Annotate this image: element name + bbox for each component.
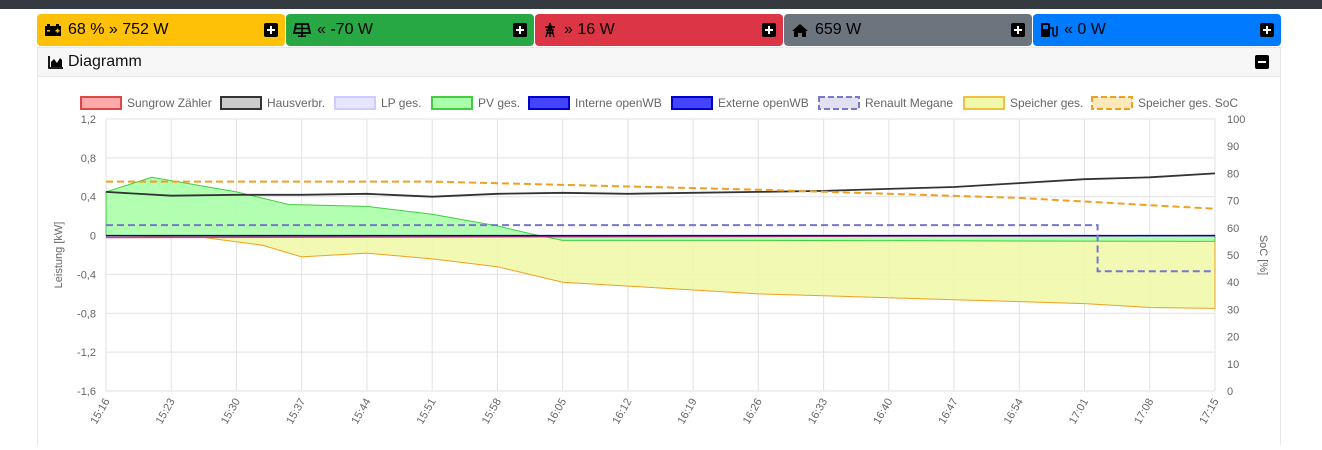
x-tick-label: 15:51 (415, 397, 439, 427)
x-tick-label: 17:15 (1197, 397, 1221, 427)
x-tick-label: 16:47 (936, 397, 960, 427)
legend-swatch (1091, 96, 1133, 110)
y2-tick-label: 50 (1227, 250, 1239, 262)
legend-swatch (220, 96, 262, 110)
expand-plus-icon[interactable] (513, 23, 527, 37)
pv-value: « -70 W (317, 21, 374, 38)
battery-icon (44, 23, 62, 37)
legend-label: Renault Megane (865, 96, 953, 110)
legend-label: Sungrow Zähler (127, 96, 212, 110)
y2-tick-label: 10 (1227, 359, 1239, 371)
x-tick-label: 16:19 (676, 397, 700, 427)
x-tick-label: 16:26 (741, 397, 765, 427)
diagram-card-body: 1,2 0,8 0,4 0 -0,4 -0,8 -1,2 -1,6 15:16 15:23 15:3… (37, 77, 1281, 445)
expand-plus-icon[interactable] (762, 23, 776, 37)
y2-tick-label: 80 (1227, 168, 1239, 180)
x-tick-label: 15:16 (88, 397, 112, 427)
legend-swatch (334, 96, 376, 110)
y2-tick-label: 90 (1227, 141, 1239, 153)
y2-axis-title: SoC [%] (1257, 235, 1269, 275)
legend-label: LP ges. (381, 96, 421, 110)
y-tick-label: 1,2 (81, 114, 96, 126)
house-consumption-line (105, 172, 1216, 198)
power-tower-icon (542, 22, 558, 38)
y2-tick-label: 30 (1227, 304, 1239, 316)
y-tick-label: 0,8 (81, 153, 96, 165)
y2-tick-label: 0 (1227, 386, 1233, 398)
storage-area (105, 235, 1216, 309)
charging-station-icon (1040, 22, 1058, 38)
y2-tick-label: 20 (1227, 332, 1239, 344)
y-tick-label: -1,2 (77, 347, 96, 359)
house-value: 659 W (815, 21, 862, 38)
x-tick-label: 16:33 (806, 397, 830, 427)
x-tick-label: 16:12 (610, 397, 634, 427)
y-tick-label: 0,4 (81, 192, 96, 204)
y2-tick-label: 60 (1227, 223, 1239, 235)
legend-swatch (431, 96, 473, 110)
x-tick-label: 15:23 (154, 397, 178, 427)
area-chart-icon (48, 55, 64, 74)
y-tick-label: -0,8 (77, 308, 96, 320)
legend-swatch (818, 96, 860, 110)
charging-value: « 0 W (1064, 21, 1106, 38)
expand-plus-icon[interactable] (264, 23, 278, 37)
top-navbar (0, 0, 1322, 9)
collapse-minus-icon[interactable] (1255, 55, 1269, 69)
y2-tick-label: 100 (1227, 114, 1245, 126)
legend-label: Interne openWB (575, 96, 662, 110)
legend-label: PV ges. (478, 96, 520, 110)
y-axis-title: Leistung [kW] (53, 222, 65, 289)
x-tick-label: 15:37 (284, 397, 308, 427)
legend-label: Speicher ges. (1010, 96, 1083, 110)
y-tick-label: -1,6 (77, 386, 96, 398)
legend-label: Externe openWB (718, 96, 809, 110)
x-tick-label: 16:54 (1002, 397, 1026, 427)
grid-value: » 16 W (564, 21, 615, 38)
diagram-title: Diagramm (68, 53, 142, 70)
legend-swatch (671, 96, 713, 110)
x-tick-label: 16:05 (545, 397, 569, 427)
home-icon (791, 23, 809, 38)
power-chart: 1,2 0,8 0,4 0 -0,4 -0,8 -1,2 -1,615:16 15:23 15:3… (53, 96, 1269, 427)
x-tick-label: 15:58 (480, 397, 504, 427)
y2-tick-label: 70 (1227, 196, 1239, 208)
expand-plus-icon[interactable] (1011, 23, 1025, 37)
x-tick-label: 17:01 (1067, 397, 1091, 427)
legend-label: Hausverbr. (267, 96, 325, 110)
y2-tick-label: 40 (1227, 277, 1239, 289)
diagram-card-header: Diagramm (37, 47, 1281, 77)
battery-value: 68 % » 752 W (68, 21, 169, 38)
solar-panel-icon (293, 23, 311, 37)
legend-swatch (528, 96, 570, 110)
house-tile[interactable]: 659 W (784, 14, 1032, 46)
x-tick-label: 15:30 (219, 397, 243, 427)
y-tick-label: -0,4 (77, 269, 96, 281)
legend-swatch (80, 96, 122, 110)
legend-swatch (963, 96, 1005, 110)
legend-label: Speicher ges. SoC (1138, 96, 1238, 110)
x-tick-label: 15:44 (349, 397, 373, 427)
grid-tile[interactable]: » 16 W (535, 14, 783, 46)
battery-tile[interactable]: 68 % » 752 W (37, 14, 285, 46)
x-tick-label: 17:08 (1132, 397, 1156, 427)
expand-plus-icon[interactable] (1260, 23, 1274, 37)
status-tiles: 68 % » 752 W « -70 W » 16 W 659 W « 0 W (37, 14, 1281, 46)
x-tick-label: 16:40 (871, 397, 895, 427)
charging-tile[interactable]: « 0 W (1033, 14, 1281, 46)
pv-tile[interactable]: « -70 W (286, 14, 534, 46)
y-tick-label: 0 (90, 231, 96, 243)
